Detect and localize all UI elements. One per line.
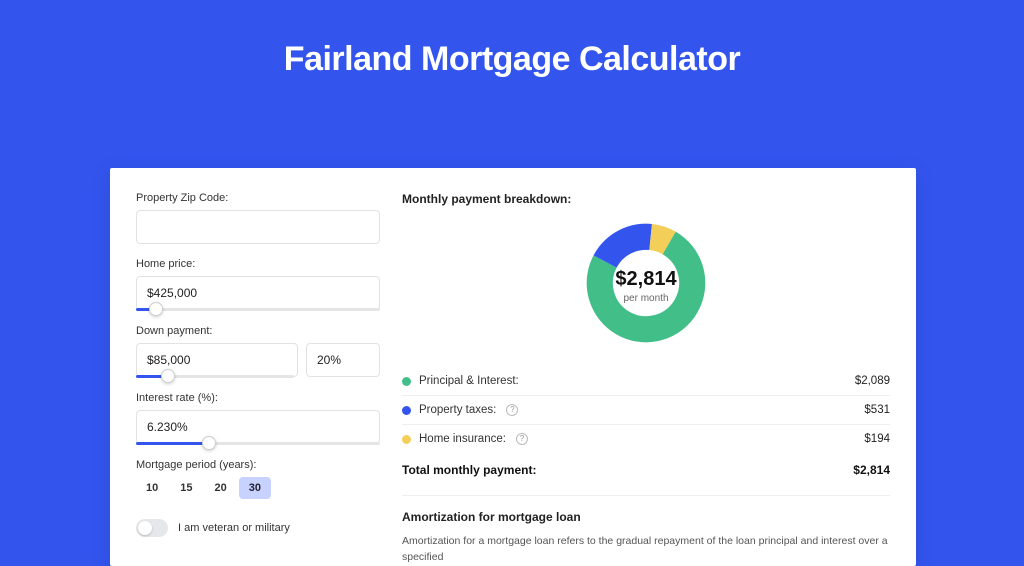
form-panel: Property Zip Code: Home price: Down paym… — [136, 192, 380, 566]
info-icon[interactable]: ? — [506, 404, 518, 416]
legend-list: Principal & Interest: $2,089 Property taxe… — [402, 367, 890, 453]
legend-dot-icon — [402, 435, 411, 444]
price-slider[interactable] — [136, 308, 380, 311]
rate-label: Interest rate (%): — [136, 392, 380, 404]
legend-value: $531 — [864, 404, 890, 416]
rate-slider-fill — [136, 442, 209, 445]
amortization-section: Amortization for mortgage loan Amortizat… — [402, 495, 890, 566]
legend-label: Principal & Interest: — [419, 375, 519, 387]
legend-value: $194 — [864, 433, 890, 445]
price-slider-thumb[interactable] — [149, 302, 163, 316]
info-icon[interactable]: ? — [516, 433, 528, 445]
total-value: $2,814 — [853, 463, 890, 477]
period-option-10[interactable]: 10 — [136, 477, 168, 499]
legend-label: Home insurance: — [419, 433, 506, 445]
legend-row: Principal & Interest: $2,089 — [402, 367, 890, 396]
amortization-heading: Amortization for mortgage loan — [402, 510, 890, 524]
legend-dot-icon — [402, 406, 411, 415]
page-title: Fairland Mortgage Calculator — [0, 40, 1024, 79]
price-label: Home price: — [136, 258, 380, 270]
dp-percent-input[interactable] — [306, 343, 380, 377]
veteran-toggle[interactable] — [136, 519, 168, 537]
period-option-20[interactable]: 20 — [205, 477, 237, 499]
donut-sub: per month — [615, 293, 676, 304]
rate-slider[interactable] — [136, 442, 380, 445]
veteran-label: I am veteran or military — [178, 522, 290, 534]
period-option-30[interactable]: 30 — [239, 477, 271, 499]
legend-value: $2,089 — [855, 375, 890, 387]
legend-row: Home insurance:? $194 — [402, 425, 890, 453]
donut-chart: $2,814 per month — [585, 222, 707, 349]
period-label: Mortgage period (years): — [136, 459, 380, 471]
zip-input[interactable] — [136, 210, 380, 244]
legend-row: Property taxes:? $531 — [402, 396, 890, 425]
breakdown-heading: Monthly payment breakdown: — [402, 192, 890, 206]
dp-label: Down payment: — [136, 325, 380, 337]
dp-slider[interactable] — [136, 375, 294, 378]
dp-slider-thumb[interactable] — [161, 369, 175, 383]
amortization-text: Amortization for a mortgage loan refers … — [402, 534, 890, 566]
zip-label: Property Zip Code: — [136, 192, 380, 204]
veteran-toggle-knob — [138, 521, 152, 535]
dp-amount-input[interactable] — [136, 343, 298, 377]
price-input[interactable] — [136, 276, 380, 310]
legend-label: Property taxes: — [419, 404, 496, 416]
period-options: 10152030 — [136, 477, 380, 499]
calculator-card: Property Zip Code: Home price: Down paym… — [110, 168, 916, 566]
legend-dot-icon — [402, 377, 411, 386]
period-option-15[interactable]: 15 — [170, 477, 202, 499]
total-label: Total monthly payment: — [402, 463, 536, 477]
donut-value: $2,814 — [615, 268, 676, 291]
donut-center: $2,814 per month — [615, 268, 676, 304]
rate-input[interactable] — [136, 410, 380, 444]
rate-slider-thumb[interactable] — [202, 436, 216, 450]
breakdown-panel: Monthly payment breakdown: $2,814 per mo… — [402, 192, 890, 566]
